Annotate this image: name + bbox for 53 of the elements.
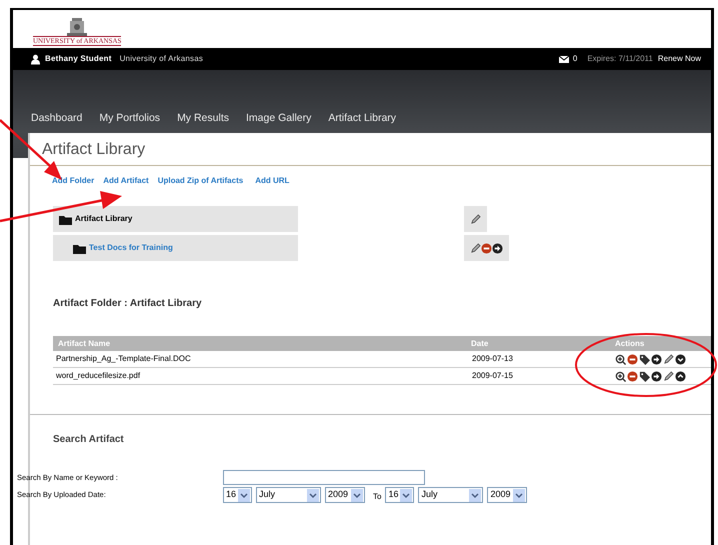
table-cell-text: Partnership_Ag_-Template-Final.DOC (55, 353, 192, 365)
pencil-icon[interactable] (663, 354, 674, 364)
select-field[interactable]: 16 (223, 487, 252, 503)
minus-circle-icon[interactable] (627, 354, 638, 364)
chevron-down-circle-icon[interactable] (675, 354, 686, 364)
nav-link[interactable]: Dashboard (31, 111, 82, 127)
magnifier-plus-icon[interactable] (615, 370, 626, 382)
folder-icon (73, 242, 86, 254)
chevron-up-circle-icon[interactable] (675, 370, 686, 382)
pencil-icon[interactable] (470, 242, 481, 254)
pencil-icon[interactable] (663, 370, 674, 382)
user-icon (31, 54, 40, 64)
magnifier-plus-icon[interactable] (615, 354, 626, 364)
column-header: Actions (615, 338, 646, 350)
minus-circle-icon[interactable] (627, 370, 638, 382)
to-label: To (373, 491, 382, 503)
institution-name: University of Arkansas (120, 53, 204, 65)
select-field[interactable]: July (256, 487, 321, 503)
select-field[interactable]: 16 (385, 487, 414, 503)
table-cell-text: 2009-07-15 (471, 370, 514, 382)
table-cell-text: 2009-07-13 (471, 353, 514, 365)
nav-link[interactable]: Image Gallery (246, 111, 312, 127)
page-title: Artifact Library (30, 133, 711, 166)
tag-icon[interactable] (639, 370, 650, 382)
action-link[interactable]: Add Folder (52, 175, 94, 187)
select-field[interactable]: 2009 (487, 487, 528, 503)
section-heading: Artifact Folder : Artifact Library (52, 297, 203, 311)
column-header: Date (471, 338, 490, 350)
select-field[interactable]: July (418, 487, 484, 503)
nav-link[interactable]: Artifact Library (328, 111, 396, 127)
pencil-icon[interactable] (470, 214, 481, 224)
keyword-field[interactable] (223, 470, 425, 485)
arrow-circle-icon[interactable] (651, 354, 662, 364)
arrow-circle-icon[interactable] (492, 242, 503, 254)
minus-circle-icon[interactable] (481, 242, 492, 254)
tag-icon[interactable] (639, 354, 650, 364)
folder-icon (59, 214, 72, 224)
renew-link[interactable]: Renew Now (658, 53, 701, 65)
envelope-icon[interactable] (558, 56, 569, 62)
arrow-circle-icon[interactable] (651, 370, 662, 382)
message-count: 0 (572, 53, 578, 65)
nav-link[interactable]: My Portfolios (99, 111, 160, 127)
action-link[interactable]: Add URL (255, 175, 290, 187)
select-field[interactable]: 2009 (325, 487, 365, 503)
action-link[interactable]: Add Artifact (103, 175, 149, 187)
expiry-date: Expires: 7/11/2011 (587, 53, 653, 65)
folder-row[interactable]: Artifact Library (53, 206, 298, 232)
table-cell-text: word_reducefilesize.pdf (55, 370, 142, 382)
column-header: Artifact Name (57, 338, 112, 350)
user-name: Bethany Student (45, 53, 112, 65)
nav-link[interactable]: My Results (177, 111, 229, 127)
section-heading: Search Artifact (52, 433, 125, 447)
action-link[interactable]: Upload Zip of Artifacts (158, 175, 244, 187)
